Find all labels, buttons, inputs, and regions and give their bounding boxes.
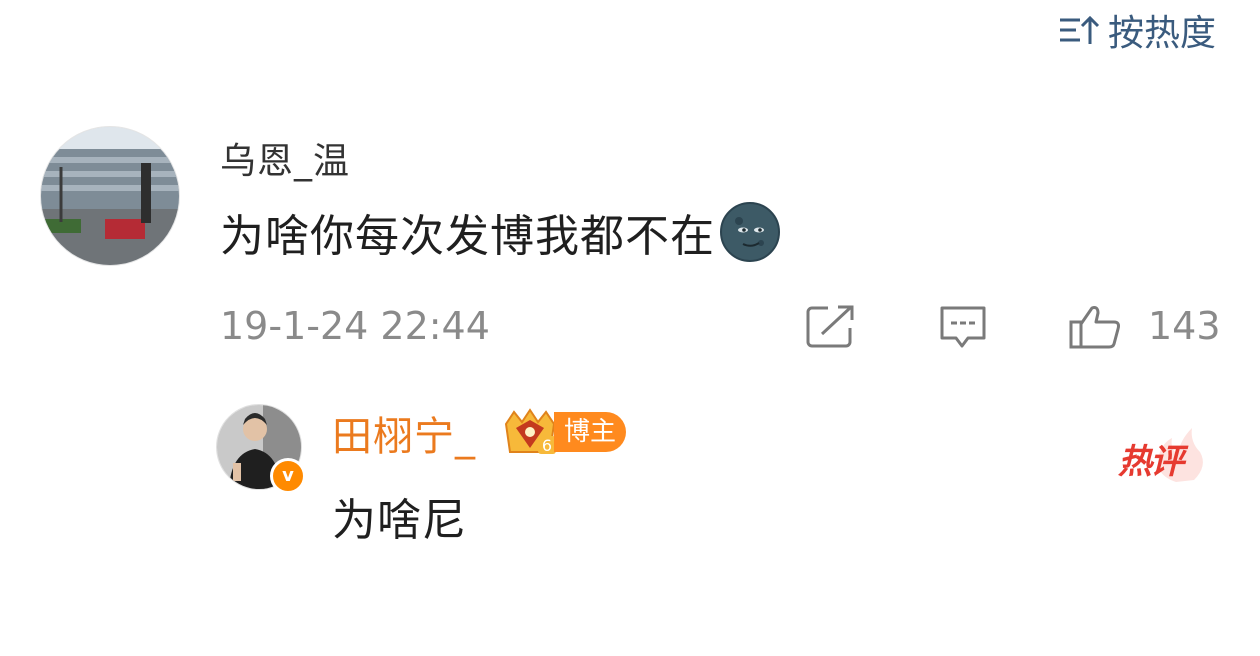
comment-timestamp: 19-1-24 22:44 — [220, 304, 490, 348]
moon-face-emoji — [719, 201, 781, 263]
thumbs-up-icon — [1069, 306, 1120, 349]
comment-item: 乌恩_温 为啥你每次发博我都不在 19-1-24 22:44 143 — [40, 122, 1221, 362]
share-icon — [806, 305, 854, 348]
role-tag: 博主 — [554, 412, 626, 452]
building-street-avatar — [41, 127, 179, 265]
reply-username[interactable]: 田栩宁_ — [332, 404, 476, 462]
reply-text: 为啥尼 — [332, 495, 467, 546]
verified-badge: v — [270, 458, 306, 494]
comment-text: 为啥你每次发博我都不在 — [220, 200, 781, 264]
crown-level: 6 — [542, 436, 552, 455]
avatar[interactable] — [40, 126, 180, 266]
sort-toggle[interactable]: 按热度 — [1058, 8, 1216, 54]
comment-meta-row: 19-1-24 22:44 143 — [220, 304, 1221, 354]
comment-bubble-icon — [940, 306, 986, 348]
comment-text-content: 为啥你每次发博我都不在 — [220, 211, 715, 262]
comment-username[interactable]: 乌恩_温 — [220, 132, 350, 184]
like-count: 143 — [1148, 304, 1221, 348]
reply-item: v 田栩宁_ 6 博主 为啥尼 热评 — [216, 404, 1216, 554]
like-button[interactable] — [1068, 304, 1124, 350]
sort-up-icon — [1059, 15, 1100, 44]
reply-button[interactable] — [938, 304, 988, 350]
sort-label: 按热度 — [1107, 13, 1216, 54]
hot-comment-tag: 热评 — [1118, 442, 1184, 482]
share-button[interactable] — [806, 304, 856, 348]
